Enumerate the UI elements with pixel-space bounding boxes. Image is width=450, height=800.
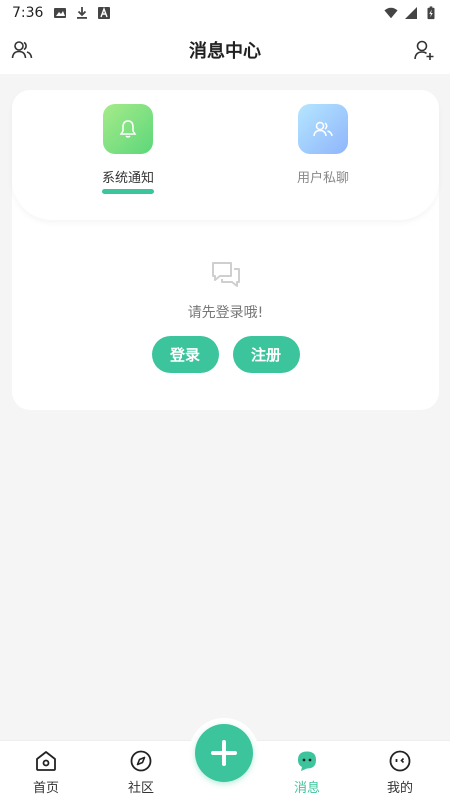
login-prompt-text: 请先登录哦! [187, 305, 264, 321]
active-tab-indicator [102, 189, 154, 194]
page-title: 消息中心 [189, 41, 261, 62]
create-post-button[interactable] [195, 724, 253, 782]
nav-item-messages[interactable]: 消息 [277, 749, 337, 796]
home-icon [36, 751, 56, 771]
plus-icon [211, 740, 237, 766]
nav-item-home[interactable]: 首页 [16, 749, 76, 796]
register-button[interactable]: 注册 [232, 336, 300, 373]
add-user-icon [414, 40, 434, 60]
tab-bar: 系统通知 用户私聊 [12, 90, 439, 220]
face-icon [389, 750, 411, 772]
nav-item-mine[interactable]: 我的 [370, 749, 430, 796]
tab-label: 系统通知 [101, 171, 154, 186]
login-button[interactable]: 登录 [151, 336, 219, 373]
users-icon [313, 121, 333, 137]
tab-system-notification[interactable]: 系统通知 [68, 104, 188, 194]
wifi-icon [384, 7, 398, 19]
battery-charging-icon [427, 6, 435, 20]
nav-label: 消息 [293, 781, 320, 796]
image-icon [54, 8, 67, 18]
signal-icon [405, 7, 417, 19]
contacts-button[interactable] [10, 38, 34, 62]
message-card: 系统通知 用户私聊 请先登录哦! 登录 注册 [12, 90, 439, 410]
nav-label: 社区 [127, 781, 154, 796]
download-icon [77, 7, 88, 19]
a-letter-icon [98, 7, 111, 19]
contacts-icon [11, 41, 33, 59]
chat-bubbles-icon [211, 262, 240, 287]
nav-label: 首页 [32, 781, 59, 796]
empty-state: 请先登录哦! 登录 注册 [12, 260, 439, 373]
status-time: 7:36 [12, 5, 44, 21]
status-bar: 7:36 [0, 0, 450, 26]
header: 消息中心 [0, 26, 450, 74]
tab-private-chat[interactable]: 用户私聊 [263, 104, 383, 186]
nav-item-community[interactable]: 社区 [111, 749, 171, 796]
message-icon [298, 751, 316, 771]
nav-label: 我的 [386, 781, 413, 796]
bell-icon [119, 120, 137, 138]
compass-icon [130, 750, 152, 772]
tab-label: 用户私聊 [296, 171, 349, 186]
add-user-button[interactable] [412, 38, 436, 62]
